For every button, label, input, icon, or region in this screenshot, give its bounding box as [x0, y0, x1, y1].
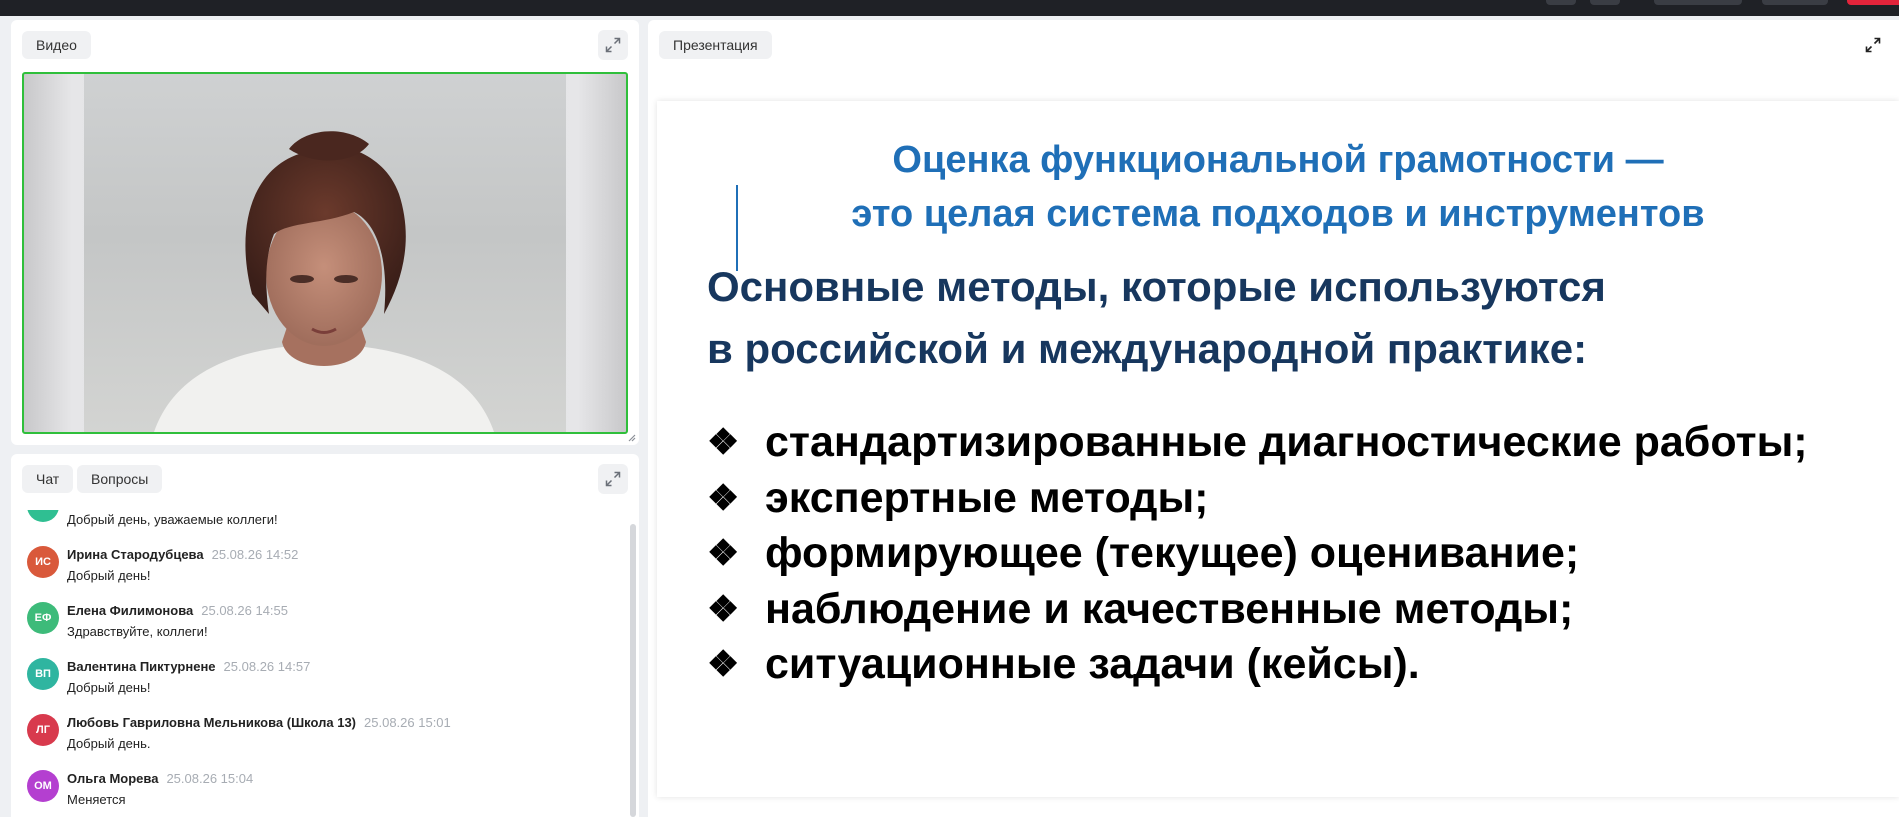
- chat-expand-button[interactable]: [598, 464, 628, 494]
- message-text: Здравствуйте, коллеги!: [67, 624, 208, 639]
- toolbar-button[interactable]: [1546, 0, 1576, 5]
- avatar: ИС: [27, 546, 59, 578]
- expand-arrows-icon: [1865, 37, 1881, 53]
- speaker-image: [154, 131, 494, 432]
- message-author: Валентина Пиктурнене: [67, 659, 216, 674]
- slide-bullet: ❖ стандартизированные диагностические раб…: [707, 414, 1808, 470]
- message-header: Елена Филимонова 25.08.26 14:55: [67, 603, 288, 618]
- bullet-text: стандартизированные диагностические рабо…: [765, 418, 1808, 466]
- message-author: Ирина Стародубцева: [67, 547, 204, 562]
- bullet-text: ситуационные задачи (кейсы).: [765, 640, 1420, 688]
- diamond-bullet-icon: ❖: [707, 476, 740, 518]
- expand-arrows-icon: [605, 37, 621, 53]
- toolbar-button[interactable]: [1762, 0, 1828, 5]
- bullet-text: наблюдение и качественные методы;: [765, 584, 1574, 633]
- slide-title-line: это целая система подходов и инструменто…: [851, 193, 1705, 235]
- presentation-expand-button[interactable]: [1858, 30, 1888, 60]
- slide-subtitle-line: в российской и международной практике:: [707, 325, 1588, 372]
- chat-message: ВП Валентина Пиктурнене 25.08.26 14:57 До…: [11, 658, 601, 714]
- video-panel: Видео: [11, 20, 639, 445]
- message-text: Меняется: [67, 792, 126, 807]
- tab-presentation[interactable]: Презентация: [659, 31, 772, 59]
- video-expand-button[interactable]: [598, 30, 628, 60]
- chat-message: ИС Ирина Стародубцева 25.08.26 14:52 Добр…: [11, 546, 601, 602]
- slide-bullet: ❖ наблюдение и качественные методы;: [707, 581, 1808, 637]
- message-header: Любовь Гавриловна Мельникова (Школа 13) 2…: [67, 715, 451, 730]
- avatar: ЕФ: [27, 602, 59, 634]
- video-feed[interactable]: [22, 72, 628, 434]
- message-text: Добрый день!: [67, 568, 151, 583]
- message-time: 25.08.26 14:55: [201, 603, 288, 618]
- tab-questions[interactable]: Вопросы: [77, 465, 163, 493]
- tab-chat[interactable]: Чат: [22, 465, 74, 493]
- diamond-bullet-icon: ❖: [707, 421, 740, 462]
- message-header: Ольга Морева 25.08.26 15:04: [67, 771, 253, 786]
- avatar: ПП: [27, 510, 59, 522]
- top-toolbar: [0, 0, 1899, 16]
- slide-subtitle-line: Основные методы, которые используются: [707, 263, 1606, 310]
- diamond-bullet-icon: ❖: [707, 643, 740, 684]
- avatar: ВП: [27, 658, 59, 690]
- resize-grip-icon[interactable]: [626, 432, 636, 442]
- message-text: Добрый день, уважаемые коллеги!: [67, 512, 278, 527]
- message-time: 25.08.26 15:01: [364, 715, 451, 730]
- message-author: Любовь Гавриловна Мельникова (Школа 13): [67, 715, 357, 730]
- chat-message: ПП Добрый день, уважаемые коллеги!: [11, 510, 601, 546]
- presentation-panel: Презентация Оценка функциональной грамот…: [648, 20, 1899, 817]
- bullet-text: экспертные методы;: [765, 473, 1209, 522]
- message-author: Ольга Морева: [67, 771, 159, 786]
- speaker-video: [84, 74, 566, 432]
- chat-message: ЕФ Елена Филимонова 25.08.26 14:55 Здравс…: [11, 602, 601, 658]
- chat-message-list[interactable]: ПП Добрый день, уважаемые коллеги! ИС Ир…: [11, 510, 623, 817]
- message-time: 25.08.26 15:04: [166, 771, 254, 786]
- chat-message: ЛГ Любовь Гавриловна Мельникова (Школа 1…: [11, 714, 601, 770]
- message-header: Валентина Пиктурнене 25.08.26 14:57: [67, 659, 310, 674]
- slide-bullet: ❖ ситуационные задачи (кейсы).: [707, 636, 1808, 692]
- tab-video[interactable]: Видео: [22, 31, 91, 59]
- slide-bullet: ❖ экспертные методы;: [707, 470, 1808, 526]
- message-text: Добрый день.: [67, 736, 151, 751]
- bullet-text: формирующее (текущее) оценивание;: [765, 529, 1580, 577]
- leave-button[interactable]: [1847, 0, 1899, 5]
- slide-subtitle: Основные методы, которые используются в …: [707, 256, 1606, 380]
- slide-title-line: Оценка функциональной грамотности —: [892, 139, 1664, 181]
- chat-message: ОМ Ольга Морева 25.08.26 15:04 Меняется: [11, 770, 601, 817]
- toolbar-button[interactable]: [1590, 0, 1620, 5]
- toolbar-button[interactable]: [1654, 0, 1742, 5]
- chat-panel: Чат Вопросы ПП Добрый день, уважаемые ко…: [11, 454, 639, 817]
- slide-bullet: ❖ формирующее (текущее) оценивание;: [707, 525, 1808, 581]
- diamond-bullet-icon: ❖: [707, 532, 740, 573]
- message-text: Добрый день!: [67, 680, 151, 695]
- slide-title: Оценка функциональной грамотности — это …: [657, 133, 1899, 241]
- message-author: Елена Филимонова: [67, 603, 194, 618]
- avatar: ОМ: [27, 770, 59, 802]
- slide-bullet-list: ❖ стандартизированные диагностические раб…: [707, 414, 1808, 692]
- message-header: Ирина Стародубцева 25.08.26 14:52: [67, 547, 298, 562]
- presentation-slide[interactable]: Оценка функциональной грамотности — это …: [657, 101, 1899, 797]
- expand-arrows-icon: [605, 471, 621, 487]
- message-time: 25.08.26 14:52: [211, 547, 299, 562]
- diamond-bullet-icon: ❖: [707, 587, 740, 629]
- chat-scrollbar[interactable]: [630, 524, 636, 817]
- avatar: ЛГ: [27, 714, 59, 746]
- message-time: 25.08.26 14:57: [223, 659, 311, 674]
